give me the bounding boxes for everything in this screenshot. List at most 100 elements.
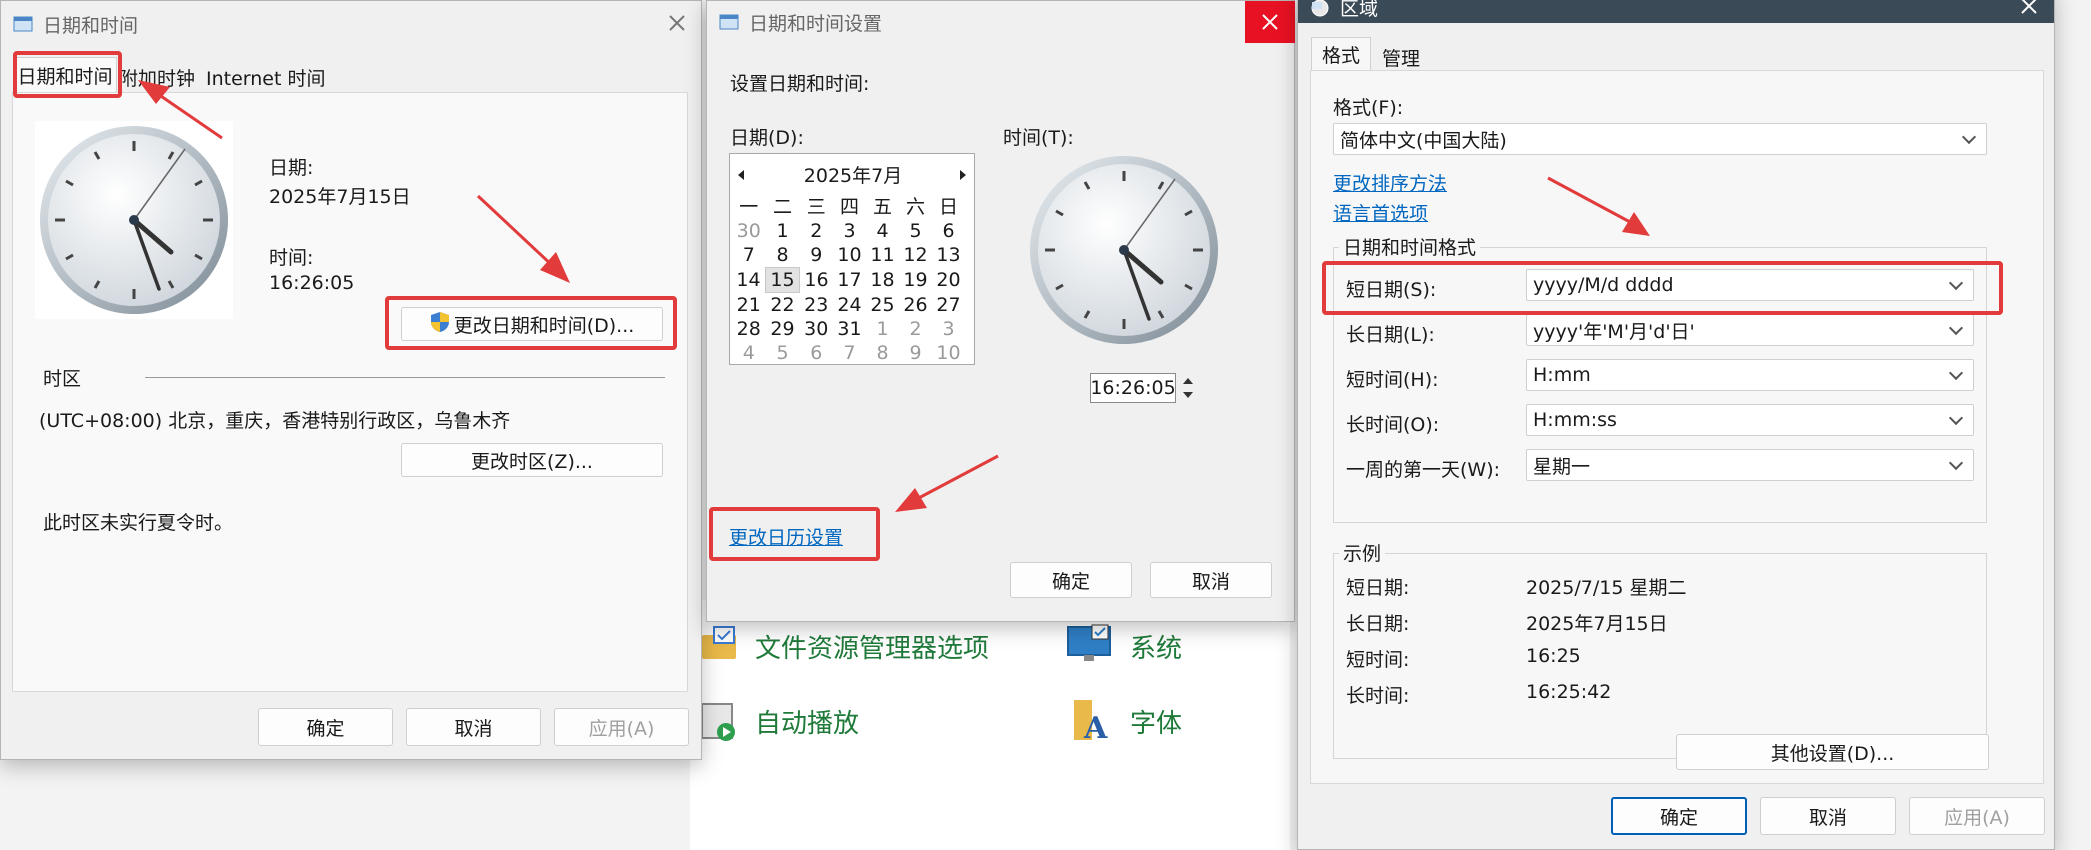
apply-button-label: 应用(A) (1944, 806, 2010, 829)
short-time-label: 短时间(H): (1346, 369, 1439, 391)
tab-additional-clocks-label: 附加时钟 (119, 67, 196, 90)
calendar-day[interactable]: 8 (866, 341, 899, 365)
calendar-day[interactable]: 7 (732, 243, 766, 268)
calendar-day[interactable]: 6 (932, 219, 965, 243)
format-select[interactable]: 简体中文(中国大陆) (1333, 123, 1987, 155)
tab-additional-clocks[interactable]: 附加时钟 (119, 63, 195, 91)
ok-button[interactable]: 确定 (258, 708, 393, 746)
other-settings-button[interactable]: 其他设置(D)... (1676, 734, 1989, 770)
ok-button[interactable]: 确定 (1611, 797, 1747, 835)
cp-item-folder-options[interactable]: 文件资源管理器选项 (755, 628, 989, 665)
cancel-button[interactable]: 取消 (1760, 797, 1896, 835)
calendar-day[interactable]: 29 (766, 317, 800, 341)
change-timezone-button-label: 更改时区(Z)... (471, 450, 593, 473)
calendar-next-icon[interactable] (958, 164, 968, 180)
calendar-day[interactable]: 17 (833, 268, 866, 293)
calendar-day[interactable]: 3 (932, 317, 965, 341)
calendar-day[interactable]: 27 (932, 293, 965, 318)
short-time-select[interactable]: H:mm (1526, 359, 1974, 391)
time-label: 时间: (269, 247, 314, 269)
calendar-day[interactable]: 5 (766, 341, 800, 365)
language-preferences-link[interactable]: 语言首选项 (1333, 199, 1428, 226)
ok-button-label: 确定 (1051, 570, 1090, 593)
svg-text:A: A (1083, 711, 1108, 742)
calendar-day[interactable]: 19 (899, 268, 932, 293)
calendar-day[interactable]: 2 (899, 317, 932, 341)
calendar-day[interactable]: 28 (732, 317, 766, 341)
calendar-day[interactable]: 6 (800, 341, 834, 365)
datetime-dialog-titlebar[interactable]: 日期和时间 (1, 1, 701, 45)
calendar-day[interactable]: 4 (732, 341, 766, 365)
calendar-day[interactable]: 8 (766, 243, 800, 268)
calendar[interactable]: 2025年7月 一二三四五六日 30 1 2 3 4 5 6 7 8 9 10 11 12 13 14 15 1… (729, 153, 975, 365)
calendar-day[interactable]: 1 (866, 317, 899, 341)
calendar-day[interactable]: 25 (866, 293, 899, 318)
time-spinner[interactable] (1177, 373, 1199, 403)
ok-button[interactable]: 确定 (1010, 562, 1132, 598)
ok-button-label: 确定 (1659, 806, 1698, 829)
cancel-button[interactable]: 取消 (406, 708, 541, 746)
tab-internet-time[interactable]: Internet 时间 (206, 63, 325, 91)
spinner-arrows-icon (1183, 378, 1193, 398)
calendar-grid: 一二三四五六日 30 1 2 3 4 5 6 7 8 9 10 11 12 13 14 15 16 17 18 19 2… (732, 192, 966, 365)
tab-datetime[interactable]: 日期和时间 (13, 57, 117, 93)
fonts-icon: A (1070, 698, 1112, 746)
change-sort-link[interactable]: 更改排序方法 (1333, 169, 1447, 196)
calendar-day[interactable]: 20 (932, 268, 965, 293)
cp-item-autoplay[interactable]: 自动播放 (755, 703, 859, 740)
calendar-day[interactable]: 11 (866, 243, 899, 268)
cancel-button[interactable]: 取消 (1150, 562, 1272, 598)
calendar-day[interactable]: 13 (932, 243, 965, 268)
calendar-day[interactable]: 22 (766, 293, 800, 318)
calendar-day[interactable]: 21 (732, 293, 766, 318)
calendar-day[interactable]: 30 (800, 317, 834, 341)
close-button[interactable] (1245, 1, 1295, 43)
calendar-day[interactable]: 5 (899, 219, 932, 243)
calendar-day[interactable]: 30 (732, 219, 766, 243)
calendar-day[interactable]: 1 (766, 219, 800, 243)
calendar-day[interactable]: 3 (833, 219, 866, 243)
first-day-select[interactable]: 星期一 (1526, 449, 1974, 481)
long-time-select[interactable]: H:mm:ss (1526, 404, 1974, 436)
calendar-day[interactable]: 9 (800, 243, 834, 268)
calendar-day[interactable]: 15 (765, 267, 800, 293)
calendar-day[interactable]: 18 (866, 268, 899, 293)
calendar-day[interactable]: 23 (800, 293, 834, 318)
close-icon[interactable] (665, 11, 689, 35)
calendar-day[interactable]: 4 (866, 219, 899, 243)
datetime-settings-app-icon (719, 12, 739, 30)
calendar-day[interactable]: 24 (833, 293, 866, 318)
calendar-day[interactable]: 31 (833, 317, 866, 341)
calendar-weekday: 五 (872, 196, 892, 218)
apply-button[interactable]: 应用(A) (1909, 797, 2045, 835)
time-input[interactable]: 16:26:05 (1090, 373, 1176, 403)
long-time-label: 长时间(O): (1346, 414, 1440, 436)
calendar-week-row: 28 29 30 31 1 2 3 (732, 317, 965, 341)
short-date-select[interactable]: yyyy/M/d dddd (1526, 269, 1974, 301)
close-icon[interactable] (2018, 0, 2040, 17)
calendar-day[interactable]: 7 (833, 341, 866, 365)
calendar-day[interactable]: 9 (899, 341, 932, 365)
calendar-day[interactable]: 12 (899, 243, 932, 268)
calendar-day[interactable]: 16 (800, 268, 834, 293)
change-timezone-button[interactable]: 更改时区(Z)... (401, 443, 663, 477)
calendar-day[interactable]: 14 (732, 268, 766, 293)
calendar-day[interactable]: 10 (932, 341, 965, 365)
region-dialog-titlebar[interactable]: 区域 (1298, 0, 2054, 23)
tab-admin[interactable]: 管理 (1382, 43, 1420, 71)
calendar-month-title[interactable]: 2025年7月 (730, 161, 976, 188)
apply-button[interactable]: 应用(A) (554, 708, 689, 746)
calendar-week-row: 4 5 6 7 8 9 10 (732, 341, 965, 365)
change-datetime-button[interactable]: 更改日期和时间(D)... (401, 307, 663, 341)
change-calendar-settings-link[interactable]: 更改日历设置 (729, 523, 843, 550)
calendar-day[interactable]: 2 (800, 219, 834, 243)
calendar-day[interactable]: 26 (899, 293, 932, 318)
cp-item-fonts[interactable]: 字体 (1130, 703, 1182, 740)
analog-clock-2 (1025, 151, 1223, 349)
long-date-select[interactable]: yyyy'年'M'月'd'日' (1526, 314, 1974, 346)
datetime-settings-titlebar[interactable]: 日期和时间设置 (707, 1, 1295, 45)
calendar-day[interactable]: 10 (833, 243, 866, 268)
tab-format[interactable]: 格式 (1311, 37, 1371, 71)
chevron-down-icon (1948, 410, 1964, 426)
cp-item-system[interactable]: 系统 (1130, 628, 1182, 665)
